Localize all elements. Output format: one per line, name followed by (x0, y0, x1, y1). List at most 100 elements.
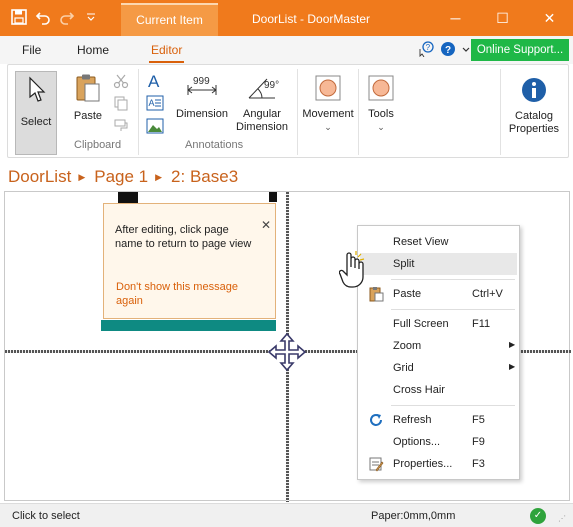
whats-this-icon[interactable]: ? (418, 41, 434, 60)
breadcrumb-separator-icon: ▶ (155, 171, 163, 182)
textbox-icon[interactable]: A (146, 95, 164, 114)
tools-label: Tools (368, 108, 394, 120)
menu-item-grid[interactable]: Grid ▶ (360, 357, 517, 379)
paper-coordinates: Paper:0mm,0mm (371, 510, 456, 522)
catalog-properties-button[interactable]: Catalog Properties (505, 77, 563, 136)
hand-cursor-icon (338, 250, 367, 293)
drawing-element[interactable] (269, 192, 277, 202)
close-icon[interactable]: ✕ (261, 218, 271, 232)
svg-text:A: A (148, 72, 160, 90)
menu-separator (391, 309, 515, 310)
menu-item-zoom[interactable]: Zoom ▶ (360, 335, 517, 357)
cut-icon[interactable] (113, 73, 129, 92)
angular-dimension-icon: 99° (232, 75, 292, 105)
menu-item-refresh[interactable]: Refresh F5 (360, 409, 517, 431)
menu-item-label: Split (393, 258, 415, 270)
text-icon[interactable]: A (146, 72, 164, 93)
menu-item-reset-view[interactable]: Reset View (360, 231, 517, 253)
redo-icon[interactable] (58, 8, 76, 26)
close-button[interactable]: ✕ (526, 0, 573, 36)
status-bar: Click to select Paper:0mm,0mm ✓ ⋰ (0, 503, 573, 527)
group-separator (138, 69, 139, 155)
select-button-content[interactable]: Select (15, 76, 57, 128)
menu-item-label: Zoom (393, 340, 422, 352)
help-dropdown-icon[interactable] (462, 45, 470, 57)
dont-show-link[interactable]: Don't show this message again (116, 280, 256, 308)
breadcrumb-doorlist[interactable]: DoorList (8, 167, 71, 187)
quick-access-toolbar (10, 8, 100, 26)
menu-item-label: Properties... (393, 458, 453, 470)
menu-item-properties[interactable]: Properties... F3 (360, 453, 517, 475)
tab-home[interactable]: Home (77, 43, 109, 57)
tab-editor[interactable]: Editor (148, 43, 185, 63)
save-icon[interactable] (10, 8, 28, 26)
tab-file[interactable]: File (22, 43, 41, 57)
breadcrumb-separator-icon: ▶ (78, 171, 86, 182)
group-separator (297, 69, 298, 155)
menu-item-options[interactable]: Options... F9 (360, 431, 517, 453)
window-title: DoorList - DoorMaster (252, 12, 371, 26)
context-menu: Reset View Split Paste Ctrl+V Full Scree… (357, 225, 520, 480)
paste-label: Paste (73, 110, 103, 122)
menu-item-split[interactable]: Split (360, 253, 517, 275)
breadcrumb-item[interactable]: 2: Base3 (171, 167, 238, 187)
customize-qat-icon[interactable] (82, 8, 100, 26)
format-painter-icon[interactable] (113, 117, 129, 136)
submenu-arrow-icon: ▶ (509, 340, 516, 349)
callout-message: After editing, click page name to return… (115, 224, 252, 250)
angular-label-line2: Dimension (236, 121, 288, 133)
svg-text:999: 999 (193, 76, 210, 87)
svg-text:A: A (149, 98, 155, 108)
maximize-button[interactable]: ☐ (479, 0, 526, 36)
movement-label: Movement (302, 108, 354, 120)
annotations-group-label: Annotations (185, 139, 244, 151)
info-icon (505, 77, 563, 107)
move-cursor-icon[interactable] (267, 332, 307, 375)
menu-item-label: Full Screen (393, 318, 449, 330)
menu-item-shortcut: Ctrl+V (472, 288, 503, 300)
refresh-icon (368, 412, 384, 431)
current-item-context-tab[interactable]: Current Item (121, 3, 218, 36)
menu-item-shortcut: F11 (472, 318, 491, 330)
edit-tip-callout: After editing, click page name to return… (103, 203, 276, 319)
movement-button[interactable]: Movement ⌄ (300, 75, 356, 134)
menu-item-shortcut: F5 (472, 414, 485, 426)
check-status-icon[interactable]: ✓ (530, 508, 546, 524)
movement-icon (300, 75, 356, 105)
paste-icon (368, 286, 384, 305)
minimize-button[interactable]: ─ (432, 0, 479, 36)
online-support-button[interactable]: Online Support... (471, 39, 569, 61)
menu-item-shortcut: F3 (472, 458, 485, 470)
dimension-button[interactable]: 999 Dimension (172, 75, 232, 121)
menu-item-label: Grid (393, 362, 414, 374)
resize-grip-icon[interactable]: ⋰ (558, 514, 566, 523)
image-icon[interactable] (146, 118, 164, 137)
tools-button[interactable]: Tools ⌄ (361, 75, 401, 134)
breadcrumb-page[interactable]: Page 1 (94, 167, 148, 187)
paste-button[interactable]: Paste (69, 73, 107, 123)
help-icons: ? ? (418, 41, 470, 60)
menu-item-label: Reset View (393, 236, 449, 248)
menu-item-paste[interactable]: Paste Ctrl+V (360, 283, 517, 305)
menu-item-cross-hair[interactable]: Cross Hair (360, 379, 517, 401)
movement-dropdown-icon: ⌄ (324, 122, 332, 132)
ribbon-panel: Select Paste Clipboard A A 999 Dimension… (7, 64, 569, 158)
clipboard-icon (69, 73, 107, 107)
clipboard-group-label: Clipboard (74, 139, 122, 151)
copy-icon[interactable] (113, 95, 129, 114)
menu-item-shortcut: F9 (472, 436, 485, 448)
group-separator (500, 69, 501, 155)
door-shape[interactable] (101, 320, 276, 331)
help-icon[interactable]: ? (440, 41, 456, 60)
menu-item-full-screen[interactable]: Full Screen F11 (360, 313, 517, 335)
dimension-label: Dimension (176, 108, 228, 120)
menu-item-label: Paste (393, 288, 422, 300)
angular-dimension-button[interactable]: 99° Angular Dimension (232, 75, 292, 134)
menu-item-label: Cross Hair (393, 384, 445, 396)
menu-item-label: Refresh (393, 414, 432, 426)
title-bar: Current Item DoorList - DoorMaster ─ ☐ ✕ (0, 0, 573, 36)
menu-separator (391, 279, 515, 280)
menu-separator (391, 405, 515, 406)
undo-icon[interactable] (34, 8, 52, 26)
submenu-arrow-icon: ▶ (509, 362, 516, 371)
